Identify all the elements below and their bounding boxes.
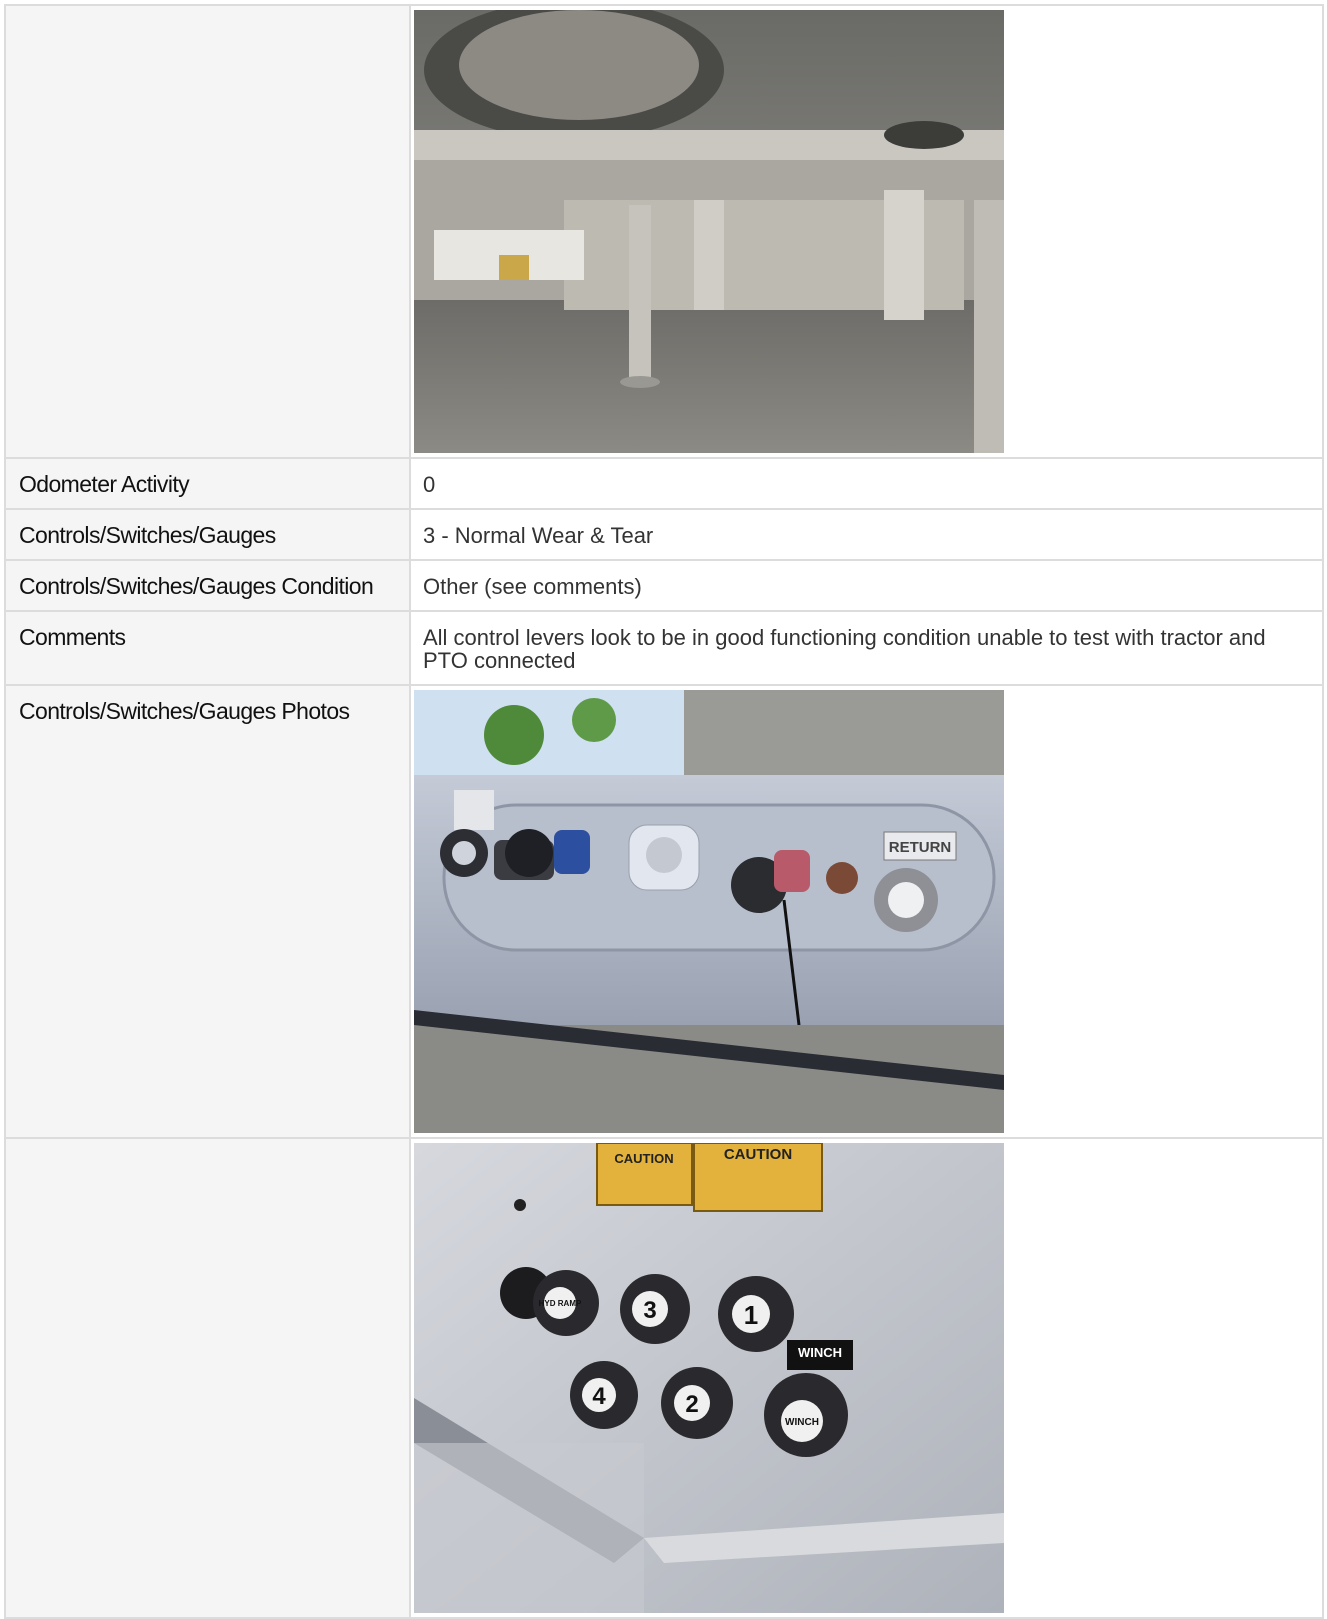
knob-4: 4	[592, 1383, 606, 1410]
row-label: Controls/Switches/Gauges	[4, 508, 411, 561]
row-value: Other (see comments)	[409, 559, 1324, 612]
table-row: Controls/Switches/Gauges 3 - Normal Wear…	[4, 508, 1324, 561]
photo-cell: RETURN	[409, 684, 1324, 1139]
row-label: Controls/Switches/Gauges Photos	[4, 684, 411, 1139]
caution-sign-left: CAUTION	[614, 1151, 673, 1166]
row-label: Comments	[4, 610, 411, 686]
return-label: RETURN	[889, 839, 952, 856]
table-row: Controls/Switches/Gauges Photos RETURN	[4, 684, 1324, 1139]
table-row	[4, 4, 1324, 459]
glad-hands-connector-panel-photo[interactable]: RETURN	[414, 690, 1004, 1133]
photo-cell: CAUTION CAUTION HYD RAMP 3 1 4 2 WINCH W…	[409, 1137, 1324, 1619]
knob-hyd-ramp: HYD RAMP	[539, 1299, 582, 1308]
table-row: Odometer Activity 0	[4, 457, 1324, 510]
row-label: Odometer Activity	[4, 457, 411, 510]
knob-2: 2	[685, 1391, 698, 1418]
row-value: 0	[409, 457, 1324, 510]
knob-3: 3	[643, 1297, 656, 1324]
knob-winch: WINCH	[785, 1417, 819, 1428]
table-row: Comments All control levers look to be i…	[4, 610, 1324, 686]
knob-1: 1	[744, 1300, 758, 1330]
row-label: Controls/Switches/Gauges Condition	[4, 559, 411, 612]
table-row: CAUTION CAUTION HYD RAMP 3 1 4 2 WINCH W…	[4, 1137, 1324, 1619]
photo-cell	[409, 4, 1324, 459]
trailer-undercarriage-photo[interactable]	[414, 10, 1004, 453]
inspection-table: Odometer Activity 0 Controls/Switches/Ga…	[4, 4, 1324, 1619]
row-label	[4, 1137, 411, 1619]
winch-tag: WINCH	[798, 1345, 842, 1360]
row-label	[4, 4, 411, 459]
row-value: 3 - Normal Wear & Tear	[409, 508, 1324, 561]
row-value: All control levers look to be in good fu…	[409, 610, 1324, 686]
caution-sign-right: CAUTION	[724, 1146, 792, 1163]
table-row: Controls/Switches/Gauges Condition Other…	[4, 559, 1324, 612]
control-knobs-panel-photo[interactable]: CAUTION CAUTION HYD RAMP 3 1 4 2 WINCH W…	[414, 1143, 1004, 1613]
